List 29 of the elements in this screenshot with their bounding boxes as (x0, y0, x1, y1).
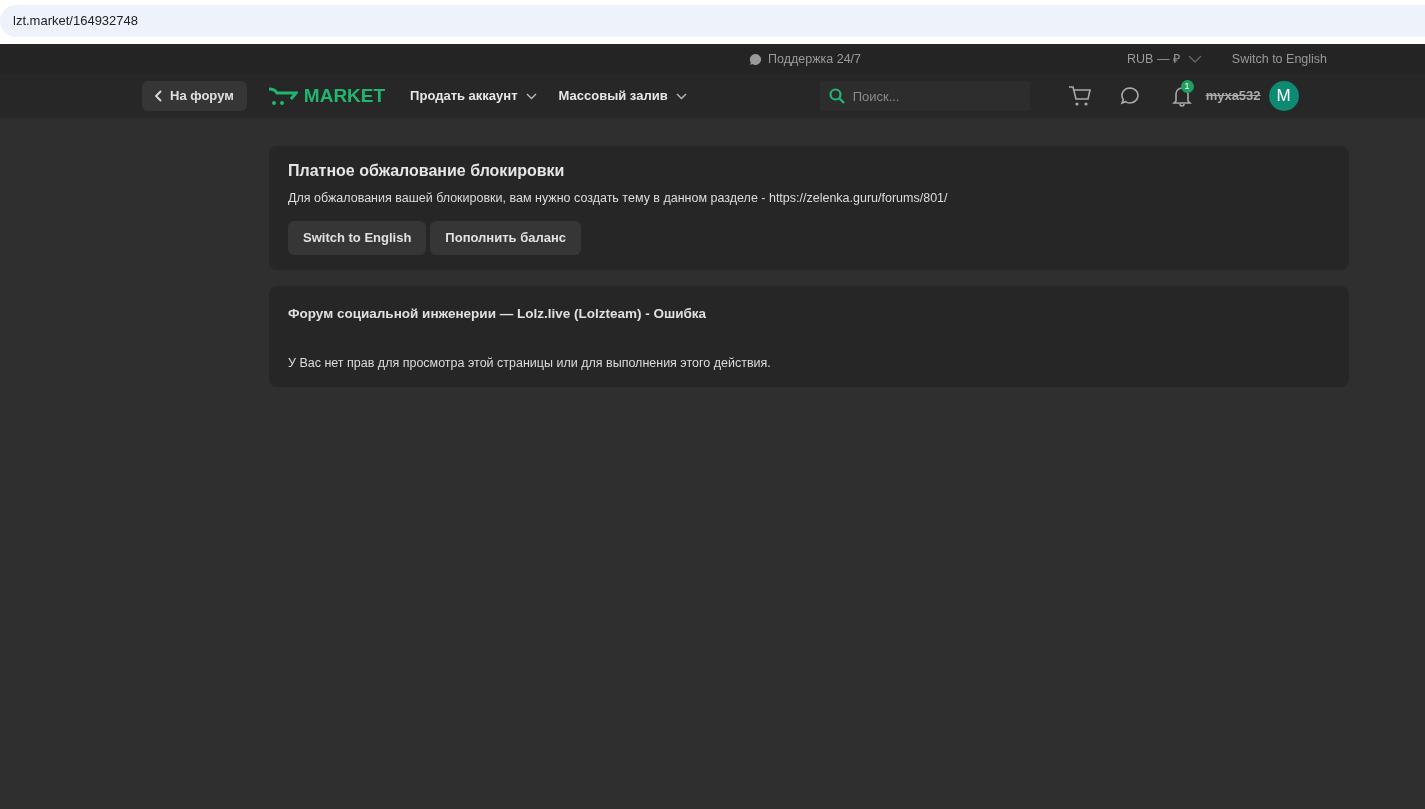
chevron-down-icon (675, 92, 687, 100)
currency-selector[interactable]: RUB — ₽ (1127, 49, 1202, 69)
bell-icon[interactable] (1171, 85, 1192, 107)
cart-icon[interactable] (1067, 85, 1092, 107)
url-text: lzt.market/164932748 (13, 12, 139, 31)
back-to-forum-button[interactable]: На форум (142, 81, 247, 111)
chevron-down-icon (1187, 55, 1202, 63)
search-icon (828, 88, 845, 104)
notification-count: 1 (1180, 80, 1194, 93)
language-switch-link[interactable]: Switch to English (1231, 49, 1328, 69)
card-title: Платное обжалование блокировки (288, 161, 566, 181)
card-text: Для обжалования вашей блокировки, вам нужно создать тему в данном разделе - https://zelenka.guru/forums/801/ (288, 190, 949, 207)
action-button[interactable]: Switch to English (288, 220, 427, 255)
nav-menu[interactable]: Массовый залив (558, 86, 687, 106)
user-avatar[interactable]: M (1268, 81, 1299, 111)
support-chat-icon (749, 52, 762, 66)
support-link[interactable]: Поддержка 24/7 (768, 49, 861, 69)
address-bar[interactable]: lzt.market/164932748 (0, 5, 1425, 37)
chat-bubble-icon[interactable] (1119, 86, 1140, 106)
username-link[interactable]: myxa532 (1205, 86, 1261, 106)
market-logo[interactable]: MARKET (267, 81, 386, 111)
action-button[interactable]: Пополнить баланс (430, 220, 581, 255)
chevron-down-icon (525, 92, 537, 100)
error-message: У Вас нет прав для просмотра этой страницы или для выполнения этого действия. (288, 355, 772, 372)
cart-logo-icon (267, 86, 298, 106)
nav-menu[interactable]: Продать аккаунт (410, 86, 537, 106)
chevron-left-icon (155, 90, 162, 102)
error-title: Форум социальной инженерии — Lolz.live (Lolzteam) - Ошибка (288, 304, 708, 323)
search-field[interactable]: Поиск... (819, 81, 1030, 111)
